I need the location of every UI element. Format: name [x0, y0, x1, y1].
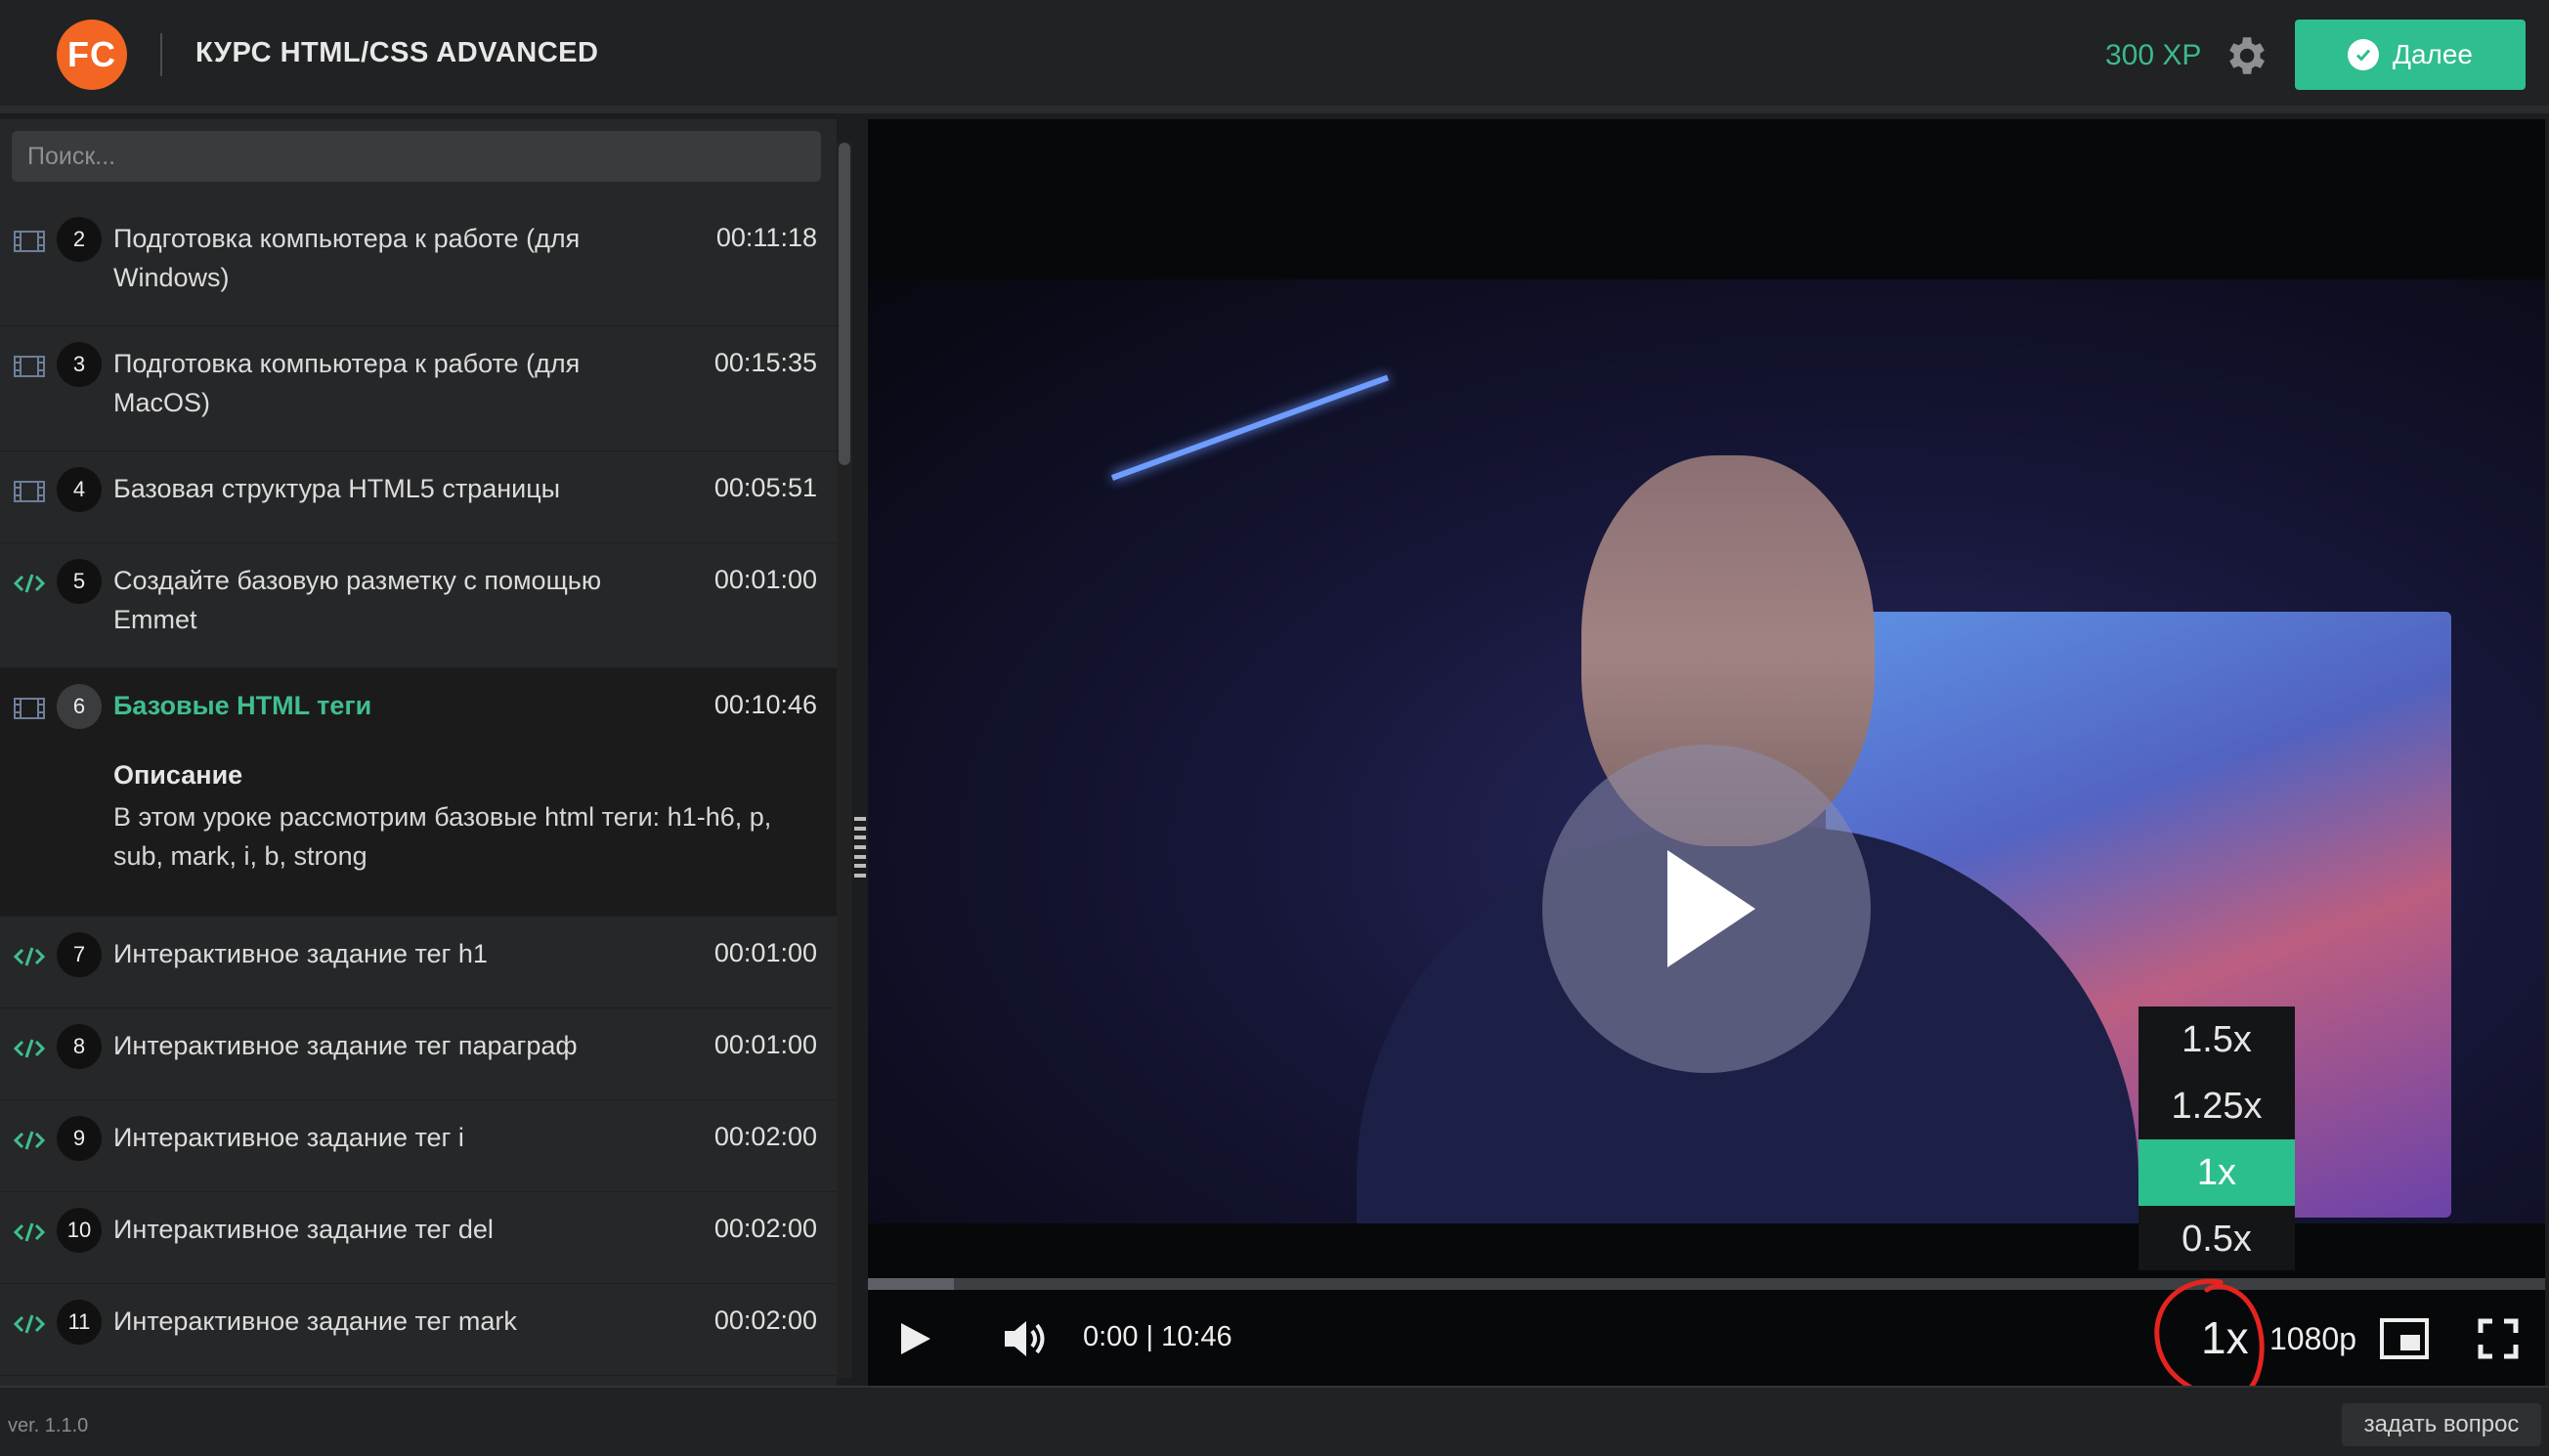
lesson-duration: 00:01:00 [713, 565, 817, 594]
footer: ver. 1.1.0 задать вопрос [0, 1386, 2549, 1456]
lesson-title: Интерактивное задание тег del [113, 1215, 494, 1244]
lesson-duration: 00:10:46 [713, 690, 817, 719]
lesson-item[interactable]: 11 Интерактивное задание тег mark 00:02:00 [0, 1284, 837, 1376]
speed-option[interactable]: 1x [2139, 1139, 2295, 1206]
lesson-list: 2 Подготовка компьютера к работе (для Win… [0, 201, 837, 1376]
lesson-item[interactable]: 4 Базовая структура HTML5 страницы 00:05:5… [0, 451, 837, 543]
speed-option[interactable]: 1.25x [2139, 1073, 2295, 1139]
lesson-number: 2 [57, 217, 102, 262]
lesson-number: 8 [57, 1024, 102, 1069]
lesson-number: 11 [57, 1300, 102, 1345]
lesson-duration: 00:11:18 [715, 223, 817, 252]
next-button[interactable]: Далее [2295, 20, 2526, 90]
code-icon [13, 946, 46, 967]
logo-text: FC [67, 34, 116, 74]
lesson-title: Создайте базовую разметку с помощью Emme… [113, 566, 602, 634]
code-icon [13, 1221, 46, 1243]
lesson-duration: 00:02:00 [713, 1306, 817, 1335]
film-icon [14, 481, 45, 502]
xp-counter: 300 XP [2105, 39, 2202, 71]
lesson-item[interactable]: 9 Интерактивное задание тег i 00:02:00 [0, 1100, 837, 1192]
header-divider [160, 33, 162, 76]
gear-icon[interactable] [2221, 31, 2269, 80]
volume-icon[interactable] [999, 1313, 1050, 1364]
lesson-title: Интерактивное задание тег h1 [113, 939, 488, 968]
lesson-item[interactable]: 3 Подготовка компьютера к работе (для Mac… [0, 326, 837, 451]
lesson-sidebar: 2Подготовка компьютера к работе (для Win… [0, 119, 837, 1386]
lesson-number: 9 [57, 1116, 102, 1161]
course-title: КУРС HTML/CSS ADVANCED [195, 37, 599, 68]
film-icon [14, 231, 45, 252]
player-controls: 0:00 | 10:46 1x 1080p [868, 1290, 2545, 1386]
lesson-item[interactable]: 10 Интерактивное задание тег del 00:02:00 [0, 1192, 837, 1284]
big-play-button[interactable] [1542, 745, 1871, 1073]
lesson-number: 10 [57, 1208, 102, 1253]
lesson-item[interactable]: 7 Интерактивное задание тег h1 00:01:00 [0, 917, 837, 1008]
lesson-number: 6 [57, 684, 102, 729]
search-input[interactable] [12, 131, 821, 182]
lesson-title: Интерактивное задание тег параграф [113, 1031, 578, 1060]
film-icon [14, 698, 45, 719]
fullscreen-icon[interactable] [2477, 1317, 2520, 1360]
lesson-number: 5 [57, 559, 102, 604]
lesson-number: 3 [57, 342, 102, 387]
progress-buffer [868, 1278, 954, 1290]
check-icon [2347, 39, 2379, 70]
logo[interactable]: FC [57, 20, 127, 90]
header-separator [0, 106, 2549, 113]
play-icon [1667, 850, 1755, 967]
video-player[interactable]: 1.5x 1.25x 1x 0.5x 0:00 | 10:46 1x 1080p [868, 119, 2545, 1386]
lesson-duration: 00:05:51 [713, 473, 817, 502]
quality-button[interactable]: 1080p [2269, 1321, 2356, 1357]
description-heading: Описание [113, 760, 243, 790]
lesson-number: 7 [57, 932, 102, 977]
time-display: 0:00 | 10:46 [1083, 1321, 1232, 1352]
lesson-item[interactable]: 2 Подготовка компьютера к работе (для Win… [0, 201, 837, 326]
ask-question-button[interactable]: задать вопрос [2342, 1403, 2541, 1446]
lesson-item[interactable]: 6 Базовые HTML теги 00:10:46 Описание В этом… [0, 668, 837, 917]
speed-option[interactable]: 0.5x [2139, 1206, 2295, 1272]
code-icon [13, 1038, 46, 1059]
lesson-number: 4 [57, 467, 102, 512]
resize-handle[interactable] [854, 817, 866, 878]
top-header: FC КУРС HTML/CSS ADVANCED 300 XP Далее [0, 0, 2549, 109]
lesson-duration: 00:01:00 [713, 938, 817, 967]
code-icon [13, 573, 46, 594]
lesson-duration: 00:02:00 [713, 1214, 817, 1243]
lesson-item[interactable]: 8 Интерактивное задание тег параграф 00:01… [0, 1008, 837, 1100]
lesson-title: Базовые HTML теги [113, 691, 372, 720]
play-icon[interactable] [897, 1319, 934, 1358]
lesson-item[interactable]: 5 Создайте базовую разметку с помощью Emm… [0, 543, 837, 668]
next-button-label: Далее [2392, 39, 2474, 69]
code-icon [13, 1313, 46, 1335]
lesson-title: Подготовка компьютера к работе (для MacO… [113, 349, 581, 417]
lesson-title: Подготовка компьютера к работе (для Wind… [113, 224, 581, 292]
speed-option[interactable]: 1.5x [2139, 1006, 2295, 1073]
lesson-duration: 00:02:00 [713, 1122, 817, 1151]
code-icon [13, 1130, 46, 1151]
speed-menu: 1.5x 1.25x 1x 0.5x [2139, 1006, 2295, 1270]
progress-bar[interactable] [868, 1278, 2545, 1290]
lesson-duration: 00:15:35 [713, 348, 817, 377]
picture-in-picture-icon[interactable] [2379, 1317, 2430, 1360]
version-label: ver. 1.1.0 [8, 1415, 89, 1436]
lamp-light [1110, 374, 1389, 481]
lesson-description: В этом уроке рассмотрим базовые html тег… [113, 802, 772, 871]
lesson-title: Базовая структура HTML5 страницы [113, 474, 561, 503]
lesson-title: Интерактивное задание тег i [113, 1123, 464, 1152]
lesson-title: Интерактивное задание тег mark [113, 1306, 517, 1336]
lesson-duration: 00:01:00 [713, 1030, 817, 1059]
sidebar-scroll-thumb[interactable] [839, 143, 850, 465]
film-icon [14, 356, 45, 377]
